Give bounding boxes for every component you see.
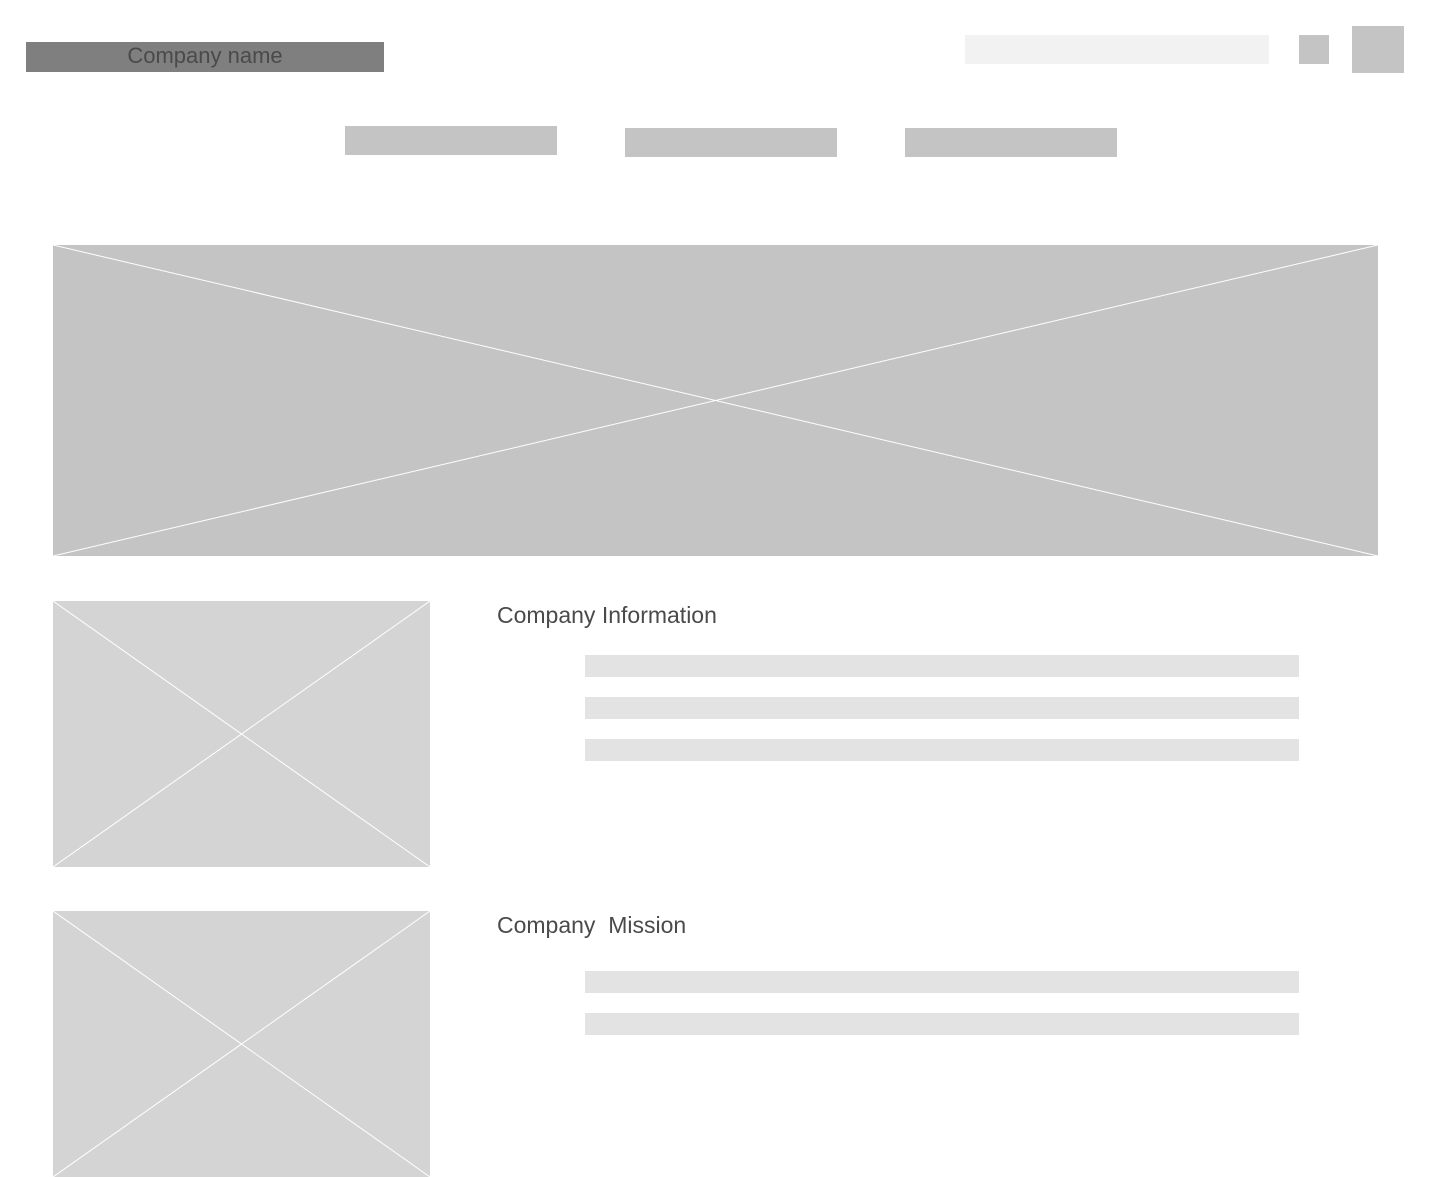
image-placeholder-icon xyxy=(53,245,1378,556)
text-line-placeholder xyxy=(585,1013,1299,1035)
section-image-placeholder xyxy=(53,601,430,867)
search-input[interactable] xyxy=(965,35,1269,64)
image-placeholder-icon xyxy=(53,601,430,867)
text-line-placeholder xyxy=(585,655,1299,677)
hero-image-placeholder xyxy=(53,245,1378,556)
company-name-logo[interactable]: Company name xyxy=(26,42,384,72)
section-title: Company Mission xyxy=(497,912,687,938)
text-line-placeholder xyxy=(585,971,1299,993)
section-title: Company Information xyxy=(497,602,717,628)
nav-item-2[interactable] xyxy=(625,128,837,157)
text-line-placeholder xyxy=(585,697,1299,719)
nav-item-3[interactable] xyxy=(905,128,1117,157)
text-line-placeholder xyxy=(585,739,1299,761)
profile-icon[interactable] xyxy=(1352,26,1404,73)
image-placeholder-icon xyxy=(53,911,430,1177)
nav-item-1[interactable] xyxy=(345,126,557,155)
section-image-placeholder xyxy=(53,911,430,1177)
square-icon[interactable] xyxy=(1299,35,1329,64)
